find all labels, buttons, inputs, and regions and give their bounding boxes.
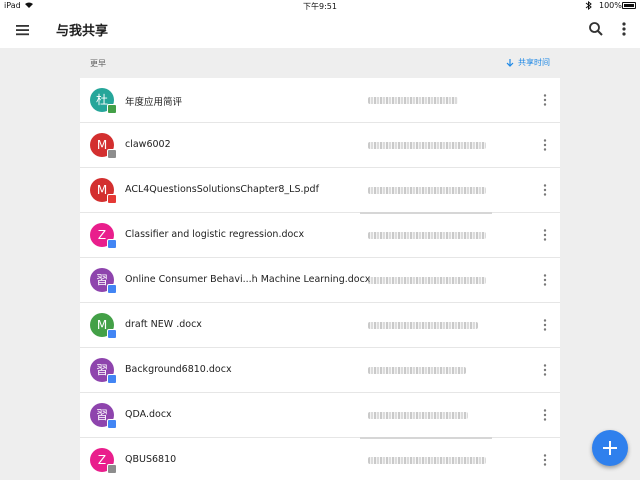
row-more-icon[interactable]	[538, 272, 552, 288]
hamburger-icon[interactable]	[14, 21, 32, 39]
file-name: draft NEW .docx	[125, 319, 202, 330]
row-more-icon[interactable]	[538, 182, 552, 198]
folder-badge-icon	[107, 464, 117, 474]
sort-label: 共享时间	[518, 58, 550, 67]
row-more-icon[interactable]	[538, 407, 552, 423]
new-button[interactable]	[592, 430, 628, 466]
arrow-down-icon	[506, 59, 514, 67]
bluetooth-icon	[585, 0, 592, 12]
section-header: 更早 共享时间	[80, 48, 560, 78]
redacted-owner	[368, 322, 478, 329]
file-name: Background6810.docx	[125, 364, 232, 375]
file-row[interactable]: 習 Background6810.docx	[80, 348, 560, 393]
redacted-owner	[368, 412, 468, 419]
plus-icon	[603, 441, 617, 455]
pdf-badge-icon	[107, 194, 117, 204]
redacted-owner	[368, 187, 486, 194]
doc-badge-icon	[107, 239, 117, 249]
sort-by-shared-time[interactable]: 共享时间	[506, 57, 550, 68]
row-more-icon[interactable]	[538, 452, 552, 468]
status-time: 下午9:51	[303, 2, 337, 11]
row-more-icon[interactable]	[538, 362, 552, 378]
app-bar: 与我共享	[0, 12, 640, 48]
file-name: ACL4QuestionsSolutionsChapter8_LS.pdf	[125, 184, 319, 195]
file-row[interactable]: Z Classifier and logistic regression.doc…	[80, 213, 560, 258]
row-more-icon[interactable]	[538, 92, 552, 108]
row-more-icon[interactable]	[538, 317, 552, 333]
more-vert-icon[interactable]	[614, 19, 634, 39]
file-list: 杜 年度应用简评 M claw6002 M ACL4QuestionsSolut…	[80, 78, 560, 480]
doc-badge-icon	[107, 329, 117, 339]
file-name: Online Consumer Behavi...h Machine Learn…	[125, 274, 371, 285]
search-icon[interactable]	[586, 19, 606, 39]
redacted-owner	[368, 97, 458, 104]
file-name: 年度应用简评	[125, 97, 183, 108]
redacted-owner	[368, 367, 466, 374]
section-label: 更早	[90, 59, 106, 68]
battery-percent: 100%	[599, 1, 622, 10]
row-more-icon[interactable]	[538, 227, 552, 243]
page-title: 与我共享	[56, 24, 109, 39]
doc-badge-icon	[107, 419, 117, 429]
redacted-owner	[368, 232, 486, 239]
file-name: QBUS6810	[125, 454, 177, 465]
doc-badge-icon	[107, 374, 117, 384]
redacted-owner	[368, 457, 486, 464]
file-name: QDA.docx	[125, 409, 172, 420]
folder-badge-icon	[107, 149, 117, 159]
shared-badge-icon	[107, 104, 117, 114]
file-row[interactable]: Z QBUS6810	[80, 438, 560, 480]
file-row[interactable]: M ACL4QuestionsSolutionsChapter8_LS.pdf	[80, 168, 560, 213]
redacted-owner	[368, 277, 486, 284]
file-row[interactable]: 習 Online Consumer Behavi...h Machine Lea…	[80, 258, 560, 303]
row-more-icon[interactable]	[538, 137, 552, 153]
file-row[interactable]: 杜 年度应用简评	[80, 78, 560, 123]
file-row[interactable]: M draft NEW .docx	[80, 303, 560, 348]
file-row[interactable]: M claw6002	[80, 123, 560, 168]
doc-badge-icon	[107, 284, 117, 294]
status-bar: iPad 下午9:51 100%	[0, 0, 640, 12]
battery-icon	[622, 2, 636, 9]
file-name: claw6002	[125, 139, 171, 150]
file-name: Classifier and logistic regression.docx	[125, 229, 305, 240]
redacted-owner	[368, 142, 486, 149]
file-row[interactable]: 習 QDA.docx	[80, 393, 560, 438]
